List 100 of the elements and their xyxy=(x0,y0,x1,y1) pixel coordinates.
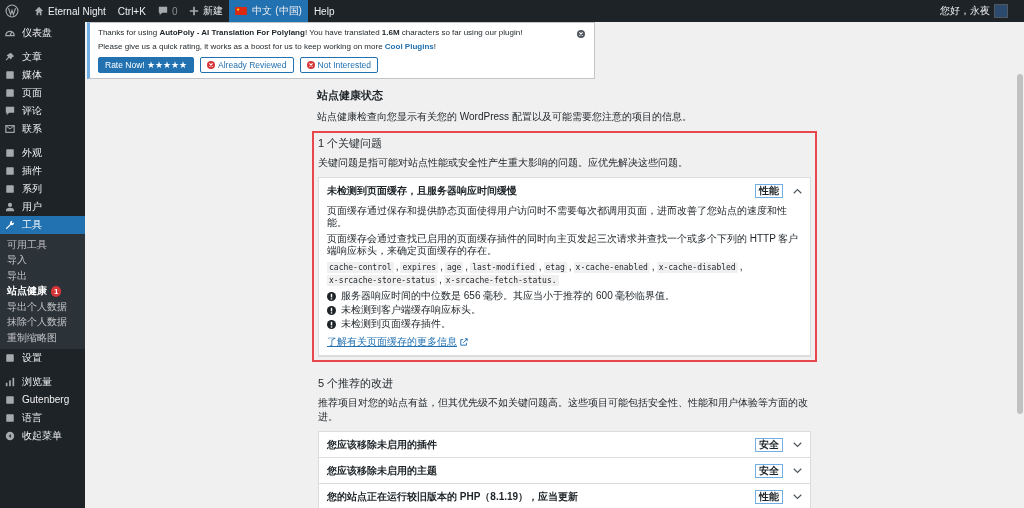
submenu-label: 抹除个人数据 xyxy=(7,315,67,330)
category-tag: 安全 xyxy=(755,463,783,478)
collapse-chevron-icon[interactable] xyxy=(793,187,802,194)
submenu-item[interactable]: 可用工具 xyxy=(0,237,85,253)
sidebar-menu-item[interactable]: 页面 xyxy=(0,84,85,102)
expand-chevron-icon[interactable] xyxy=(793,493,802,500)
menu-icon xyxy=(5,394,15,405)
submenu-item[interactable]: 导出个人数据 xyxy=(0,299,85,315)
rate-now-button[interactable]: Rate Now! ★★★★★ xyxy=(98,57,195,73)
issue-header[interactable]: 您的站点正在运行较旧版本的 PHP（8.1.19），应当更新 性能 xyxy=(319,484,810,508)
submenu-label: 可用工具 xyxy=(7,237,47,252)
new-content-link[interactable]: 新建 xyxy=(183,0,230,22)
issue-header[interactable]: 您应该移除未启用的插件 安全 xyxy=(319,432,810,457)
section-heading: 5 个推荐的改进 xyxy=(318,376,395,391)
issue-note: 服务器响应时间的中位数是 656 毫秒。其应当小于推荐的 600 毫秒临界值。 xyxy=(341,290,676,302)
separator-text: , xyxy=(651,261,655,272)
close-icon[interactable] xyxy=(577,30,585,38)
header-code: etag xyxy=(543,262,567,273)
page-description: 站点健康检查向您显示有关您的 WordPress 配置以及可能需要您注意的项目的信息。 xyxy=(317,110,693,124)
toolbar-link[interactable]: Ctrl+K xyxy=(111,0,152,22)
cool-plugins-link[interactable]: Cool Plugins xyxy=(384,42,434,51)
sidebar-menu-item[interactable]: 文章 xyxy=(0,48,85,66)
category-tag: 性能 xyxy=(755,489,783,504)
warning-icon xyxy=(327,305,336,315)
submenu-label: 重制缩略图 xyxy=(7,330,57,345)
section-heading: 1 个关键问题 xyxy=(318,136,384,151)
separator-text: , xyxy=(395,261,399,272)
sidebar-menu-item[interactable]: 插件 xyxy=(0,162,85,180)
issue-header[interactable]: 未检测到页面缓存，且服务器响应时间缓慢 性能 xyxy=(319,178,810,203)
submenu-label: 导入 xyxy=(7,253,27,268)
header-code: x-cache-disabled xyxy=(656,262,738,273)
issue-note: 未检测到页面缓存插件。 xyxy=(341,318,451,330)
sidebar-menu-item[interactable]: 用户 xyxy=(0,198,85,216)
sidebar-menu-item[interactable]: 语言 xyxy=(0,408,85,427)
header-code: x-cache-enabled xyxy=(573,262,650,273)
comment-icon xyxy=(157,6,168,16)
sidebar-menu-item[interactable]: 收起菜单 xyxy=(0,426,85,445)
submenu-item[interactable]: 抹除个人数据 xyxy=(0,314,85,330)
sidebar-menu-item[interactable]: 外观 xyxy=(0,144,85,162)
sidebar-menu-item[interactable]: 设置 xyxy=(0,348,85,367)
menu-icon xyxy=(5,412,15,423)
submenu-label: 导出 xyxy=(7,268,27,283)
category-tag: 安全 xyxy=(755,437,783,452)
issue-header[interactable]: 您应该移除未启用的主题 安全 xyxy=(319,458,810,483)
menu-icon xyxy=(5,430,15,441)
sidebar-menu-item[interactable]: 仪表盘 xyxy=(0,24,85,42)
notice-text: Please give us a quick rating, it works as a boost for us to keep working on more xyxy=(98,42,383,51)
separator-text: , xyxy=(440,261,443,272)
issue-paragraph: 页面缓存通过保存和提供静态页面使得用户访问时不需要每次都调用页面，进而改善了您站点的速度和性能。 xyxy=(327,205,788,229)
language-switcher[interactable]: 中文 (中国) xyxy=(229,0,308,22)
issue-title: 您应该移除未启用的插件 xyxy=(327,437,438,452)
section-description: 关键问题是指可能对站点性能或安全性产生重大影响的问题。应优先解决这些问题。 xyxy=(318,156,689,170)
submenu-item[interactable]: 重制缩略图 xyxy=(0,330,85,346)
sidebar-menu-item[interactable]: 浏览量 xyxy=(0,372,85,391)
external-link-icon xyxy=(460,338,468,346)
submenu-label: 导出个人数据 xyxy=(7,299,67,314)
plus-icon xyxy=(189,6,200,16)
cross-circle-icon xyxy=(306,61,315,69)
expand-chevron-icon[interactable] xyxy=(793,441,802,448)
dismiss-button[interactable]: Already Reviewed xyxy=(200,57,294,73)
sidebar-menu-item[interactable]: 评论 xyxy=(0,102,85,120)
submenu-label: 站点健康 xyxy=(7,284,47,299)
separator-text: , xyxy=(568,261,572,272)
toolbar-link[interactable]: Help xyxy=(307,0,341,22)
dismiss-button[interactable]: Not Interested xyxy=(299,57,378,73)
issue-note: 未检测到客户端缓存响应标头。 xyxy=(341,304,481,316)
separator-text: , xyxy=(438,274,442,285)
sidebar-menu-item[interactable]: 媒体 xyxy=(0,66,85,84)
warning-icon xyxy=(327,291,336,301)
sidebar-menu-item[interactable]: 联系 xyxy=(0,120,85,138)
header-code: expires xyxy=(400,262,439,273)
section-description: 推荐项目对您的站点有益，但其优先级不如关键问题高。这些项目可能包括安全性、性能和用户体验等方面的改进。 xyxy=(318,396,809,424)
notice-text: ! xyxy=(433,42,436,51)
site-name-link[interactable]: Eternal Night xyxy=(28,0,112,22)
submenu-item[interactable]: 导入 xyxy=(0,252,85,268)
sidebar-menu-item[interactable]: 系列 xyxy=(0,180,85,198)
issue-paragraph: 页面缓存会通过查找已启用的页面缓存插件的同时向主页发起三次请求并查找一个或多个下列的 HTTP 客户端响应标头，来确定页面缓存的存在。 xyxy=(327,233,800,257)
warning-icon xyxy=(327,319,336,329)
user-greeting[interactable]: 您好，永夜 xyxy=(940,4,990,18)
cross-circle-icon xyxy=(207,61,216,69)
menu-icon xyxy=(5,376,15,387)
header-code: x-srcache-fetch-status. xyxy=(443,275,559,286)
menu-icon xyxy=(5,352,15,363)
submenu-item[interactable]: 站点健康 1 xyxy=(0,283,85,299)
menu-icon xyxy=(5,220,15,230)
sidebar-menu-item[interactable]: Gutenberg xyxy=(0,390,85,409)
expand-chevron-icon[interactable] xyxy=(793,467,802,474)
learn-more-link[interactable]: 了解有关页面缓存的更多信息 xyxy=(327,335,468,349)
issue-title: 您的站点正在运行较旧版本的 PHP（8.1.19），应当更新 xyxy=(327,489,580,504)
separator-text: , xyxy=(465,261,469,272)
comments-link[interactable]: 0 xyxy=(151,0,184,22)
sidebar-menu-item[interactable]: 工具 xyxy=(0,216,85,234)
issue-title: 您应该移除未启用的主题 xyxy=(327,463,438,478)
menu-icon xyxy=(5,28,15,38)
flag-icon xyxy=(235,7,248,15)
count-badge: 1 xyxy=(51,285,62,297)
home-icon xyxy=(34,6,44,16)
wordpress-logo-icon[interactable] xyxy=(5,4,19,18)
header-code: last-modified xyxy=(470,262,537,273)
submenu-item[interactable]: 导出 xyxy=(0,268,85,284)
